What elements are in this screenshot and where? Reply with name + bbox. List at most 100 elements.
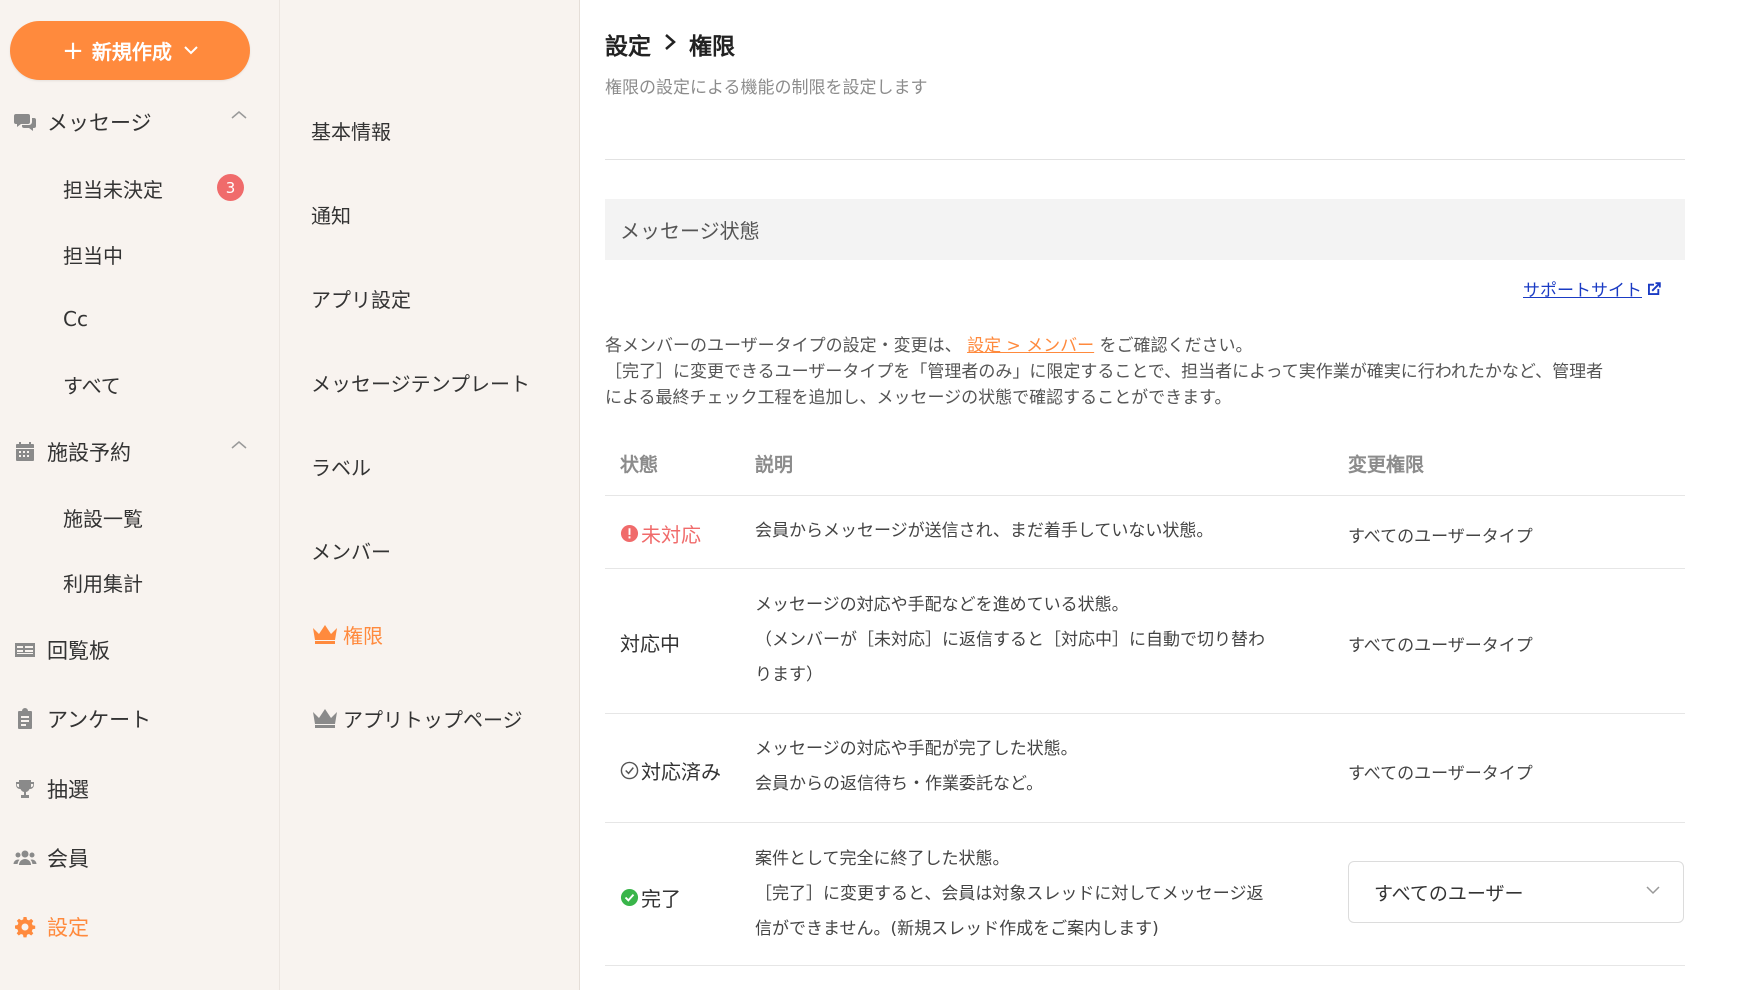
sidebar-item-all[interactable]: すべて — [63, 364, 263, 404]
description-line: ［完了］に変更すると、会員は対象スレッドに対してメッセージ返 — [755, 884, 1264, 904]
main-sidebar: + 新規作成 メッセージ 担当未決定 3 担当中 Cc すべて 施設予約 施設一… — [0, 0, 280, 990]
users-icon — [11, 844, 39, 872]
state-label: 対応済み — [641, 760, 721, 784]
section-title: メッセージ状態 — [620, 219, 760, 243]
support-site-link[interactable]: サポートサイト — [1523, 276, 1663, 301]
table-row: 未対応 会員からメッセージが送信され、まだ着手していない状態。 すべてのユーザー… — [605, 496, 1685, 569]
nav-lottery-label: 抽選 — [47, 778, 89, 802]
crown-icon — [311, 623, 339, 645]
info-text-segment: 各メンバーのユーザータイプの設定・変更は、 — [605, 336, 962, 356]
sidebar-item-label: 施設一覧 — [63, 506, 143, 531]
state-label: 未対応 — [641, 523, 701, 547]
description-cell: メッセージの対応や手配などを進めている状態。 （メンバーが［未対応］に返信すると… — [755, 588, 1305, 693]
sidebar-item-usage-summary[interactable]: 利用集計 — [63, 562, 263, 602]
unassigned-count-badge: 3 — [217, 174, 244, 201]
nav-lottery[interactable]: 抽選 — [0, 767, 279, 811]
nav-bulletin[interactable]: 回覧板 — [0, 628, 279, 672]
permission-cell: すべてのユーザータイプ — [1348, 764, 1533, 784]
submenu-item-label: アプリトップページ — [343, 707, 523, 732]
settings-members-link[interactable]: 設定 > メンバー — [967, 336, 1094, 356]
sidebar-item-cc[interactable]: Cc — [63, 299, 263, 339]
chevron-up-icon[interactable] — [231, 438, 247, 454]
calendar-icon — [11, 438, 39, 466]
submenu-item-label: ラベル — [311, 455, 371, 480]
submenu-item-members[interactable]: メンバー — [311, 530, 571, 570]
new-create-label: 新規作成 — [91, 40, 172, 64]
description-line: 会員からメッセージが送信され、まだ着手していない状態。 — [755, 521, 1214, 541]
check-circle-outline-icon — [620, 761, 639, 780]
column-header-state: 状態 — [620, 454, 659, 476]
nav-members[interactable]: 会員 — [0, 836, 279, 880]
submenu-item-message-templates[interactable]: メッセージテンプレート — [311, 362, 571, 402]
description-line: ります） — [755, 665, 823, 685]
nav-survey-label: アンケート — [47, 708, 152, 732]
permission-select[interactable]: すべてのユーザー — [1348, 861, 1684, 923]
description-cell: 会員からメッセージが送信され、まだ着手していない状態。 — [755, 514, 1305, 549]
sidebar-item-assigned[interactable]: 担当中 — [63, 234, 263, 274]
description-line: 会員からの返信待ち・作業委託など。 — [755, 774, 1044, 794]
nav-settings-label: 設定 — [47, 916, 89, 940]
nav-facility-reservation[interactable]: 施設予約 — [0, 430, 279, 474]
support-link-label: サポートサイト — [1523, 281, 1642, 301]
new-create-button[interactable]: + 新規作成 — [10, 21, 250, 80]
main-content: 設定 権限 権限の設定による機能の制限を設定します メッセージ状態 サポートサイ… — [580, 0, 1751, 990]
info-text-segment: をご確認ください。 — [1099, 336, 1253, 356]
plus-icon: + — [62, 35, 84, 66]
state-label: 対応中 — [620, 632, 680, 656]
submenu-item-label: 権限 — [343, 623, 383, 648]
divider — [605, 159, 1685, 160]
external-link-icon — [1648, 281, 1661, 295]
chevron-right-icon — [663, 32, 677, 57]
state-label: 完了 — [641, 887, 681, 911]
chevron-down-icon — [184, 43, 198, 59]
clipboard-icon — [11, 705, 39, 733]
table-row: 完了 案件として完全に終了した状態。 ［完了］に変更すると、会員は対象スレッドに… — [605, 823, 1685, 966]
chevron-up-icon[interactable] — [231, 108, 247, 124]
chevron-down-icon — [1646, 886, 1660, 895]
info-line-3: による最終チェック工程を追加し、メッセージの状態で確認することができます。 — [605, 388, 1232, 408]
settings-submenu: 基本情報 通知 アプリ設定 メッセージテンプレート ラベル メンバー 権限 アプ… — [280, 0, 580, 990]
submenu-item-notifications[interactable]: 通知 — [311, 194, 571, 234]
sidebar-item-facility-list[interactable]: 施設一覧 — [63, 497, 263, 537]
sidebar-item-label: Cc — [63, 307, 88, 331]
submenu-item-label: メッセージテンプレート — [311, 371, 530, 396]
submenu-item-app-settings[interactable]: アプリ設定 — [311, 278, 571, 318]
nav-bulletin-label: 回覧板 — [47, 639, 110, 663]
permission-cell: すべてのユーザータイプ — [1348, 636, 1533, 656]
breadcrumb-parent[interactable]: 設定 — [605, 27, 651, 61]
crown-icon — [311, 707, 339, 729]
info-line-2: ［完了］に変更できるユーザータイプを「管理者のみ」に限定することで、担当者によっ… — [605, 362, 1604, 382]
description-line: 信ができません。(新規スレッド作成をご案内します) — [755, 919, 1159, 939]
check-circle-filled-icon — [620, 888, 639, 907]
description-cell: メッセージの対応や手配が完了した状態。 会員からの返信待ち・作業委託など。 — [755, 732, 1305, 802]
info-text: 各メンバーのユーザータイプの設定・変更は、 設定 > メンバー をご確認ください… — [605, 333, 1685, 411]
nav-settings[interactable]: 設定 — [0, 905, 279, 949]
trophy-icon — [11, 775, 39, 803]
breadcrumb-current: 権限 — [689, 34, 735, 60]
description-line: メッセージの対応や手配が完了した状態。 — [755, 739, 1078, 759]
section-header: メッセージ状態 — [605, 199, 1685, 260]
description-line: （メンバーが［未対応］に返信すると［対応中］に自動で切り替わ — [755, 630, 1265, 650]
breadcrumb: 設定 権限 — [605, 27, 735, 61]
submenu-item-label: アプリ設定 — [311, 287, 411, 312]
sidebar-item-label: 担当中 — [63, 243, 123, 268]
page-description: 権限の設定による機能の制限を設定します — [605, 78, 928, 98]
nav-survey[interactable]: アンケート — [0, 697, 279, 741]
column-header-permission: 変更権限 — [1348, 454, 1425, 476]
submenu-item-label: メンバー — [311, 539, 391, 564]
nav-members-label: 会員 — [47, 847, 89, 871]
submenu-item-app-top-page[interactable]: アプリトップページ — [311, 698, 571, 738]
nav-messages[interactable]: メッセージ — [0, 100, 279, 144]
submenu-item-labels[interactable]: ラベル — [311, 446, 571, 486]
state-cell: 未対応 — [620, 519, 701, 548]
submenu-item-permissions[interactable]: 権限 — [311, 614, 571, 654]
nav-facility-label: 施設予約 — [47, 441, 131, 465]
column-header-description: 説明 — [755, 454, 794, 476]
description-line: 案件として完全に終了した状態。 — [755, 849, 1010, 869]
submenu-item-label: 基本情報 — [311, 119, 391, 144]
permission-select-value: すべてのユーザー — [1374, 882, 1524, 905]
description-line: メッセージの対応や手配などを進めている状態。 — [755, 595, 1129, 615]
submenu-item-basic-info[interactable]: 基本情報 — [311, 110, 571, 150]
table-row: 対応中 メッセージの対応や手配などを進めている状態。 （メンバーが［未対応］に返… — [605, 569, 1685, 714]
info-line-1: 各メンバーのユーザータイプの設定・変更は、 設定 > メンバー をご確認ください… — [605, 333, 1685, 359]
